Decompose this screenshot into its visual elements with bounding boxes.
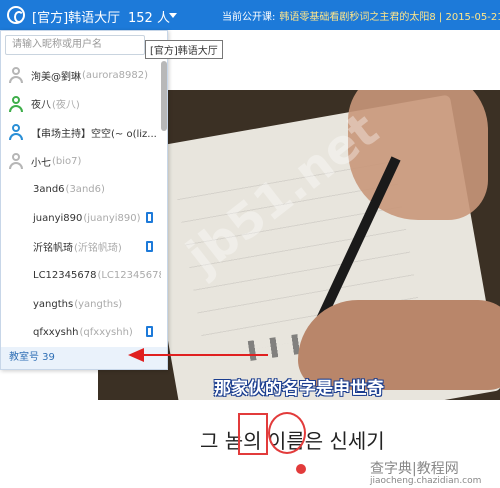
user-id: (夜八) [52, 100, 80, 112]
video-subtitle: 那家伙的名字是申世奇 [214, 379, 384, 399]
user-id: (bio7) [52, 155, 82, 167]
site-logo-url: jiaocheng.chazidian.com [370, 476, 482, 486]
user-id: (qfxxyshh) [79, 327, 133, 339]
now-playing-label: 当前公开课: [222, 12, 276, 23]
user-icon [9, 124, 23, 141]
room-title[interactable]: [官方]韩语大厅 [32, 7, 120, 26]
mobile-icon [146, 211, 153, 223]
user-icon [9, 153, 23, 170]
user-name: 小七 [31, 157, 51, 169]
user-name: 洵美@劉琳 [31, 71, 81, 83]
user-id: (3and6) [65, 184, 105, 196]
list-item[interactable]: juanyi890 (juanyi890) [1, 204, 161, 233]
user-name: LC12345678 [33, 269, 97, 281]
mobile-icon [146, 326, 153, 338]
list-item[interactable]: qfxxyshh (qfxxyshh) [1, 318, 161, 347]
chevron-down-icon[interactable] [169, 13, 177, 18]
user-icon [9, 67, 23, 84]
user-name: qfxxyshh [33, 327, 79, 339]
now-playing-banner: 当前公开课: 韩语零基础看剧秒词之主君的太阳8 | 2015-05-21 20 [222, 8, 500, 23]
list-item[interactable]: 洵美@劉琳 (aurora8982) [1, 61, 161, 90]
user-id: (yangths) [74, 298, 123, 310]
list-item[interactable]: 3and6 (3and6) [1, 175, 161, 204]
highlight-box [238, 413, 268, 455]
list-item[interactable]: 夜八 (夜八) [1, 90, 161, 119]
site-logo: 查字典|教程网 jiaocheng.chazidian.com [370, 458, 481, 486]
user-name: 3and6 [33, 184, 65, 196]
search-input[interactable]: 请输入昵称或用户名 [5, 35, 145, 55]
user-name: juanyi890 [33, 212, 83, 224]
highlight-dot [296, 464, 306, 474]
user-icon [9, 95, 23, 112]
top-bar: [官方]韩语大厅 152 人 当前公开课: 韩语零基础看剧秒词之主君的太阳8 | … [0, 0, 500, 30]
site-logo-name: 查字典|教程网 [370, 461, 459, 477]
user-name: yangths [33, 298, 74, 310]
list-item[interactable]: yangths (yangths) [1, 290, 161, 319]
user-list-panel: 请输入昵称或用户名 洵美@劉琳 (aurora8982) 夜八 (夜八) 【串场主持… [0, 30, 168, 370]
highlight-circle [268, 412, 306, 454]
user-id: (aurora8982) [82, 69, 148, 81]
arrow-left-icon [128, 348, 268, 362]
list-item[interactable]: LC12345678(LC12345678) [1, 261, 161, 290]
scrollbar[interactable] [161, 61, 167, 131]
online-user-count[interactable]: 152 人 [128, 7, 170, 26]
user-id: (LC12345678) [97, 269, 161, 281]
user-list: 洵美@劉琳 (aurora8982) 夜八 (夜八) 【串场主持】空空(~ o(li… [1, 61, 161, 347]
mobile-icon [146, 240, 153, 252]
user-name: 【串场主持】空空(~ o(liz... [31, 128, 157, 140]
app-logo-icon[interactable] [7, 6, 25, 24]
list-item[interactable]: 沂铭帆琦 (沂铭帆琦) [1, 233, 161, 262]
user-name: 沂铭帆琦 [33, 243, 73, 255]
user-id: (juanyi890) [83, 212, 141, 224]
user-id: (沂铭帆琦) [74, 243, 122, 255]
list-item[interactable]: 【串场主持】空空(~ o(liz... [1, 118, 161, 147]
now-playing-course[interactable]: 韩语零基础看剧秒词之主君的太阳8 | 2015-05-21 20 [279, 12, 500, 23]
user-name: 夜八 [31, 100, 51, 112]
room-tooltip: [官方]韩语大厅 [145, 40, 223, 59]
list-item[interactable]: 小七 (bio7) [1, 147, 161, 176]
